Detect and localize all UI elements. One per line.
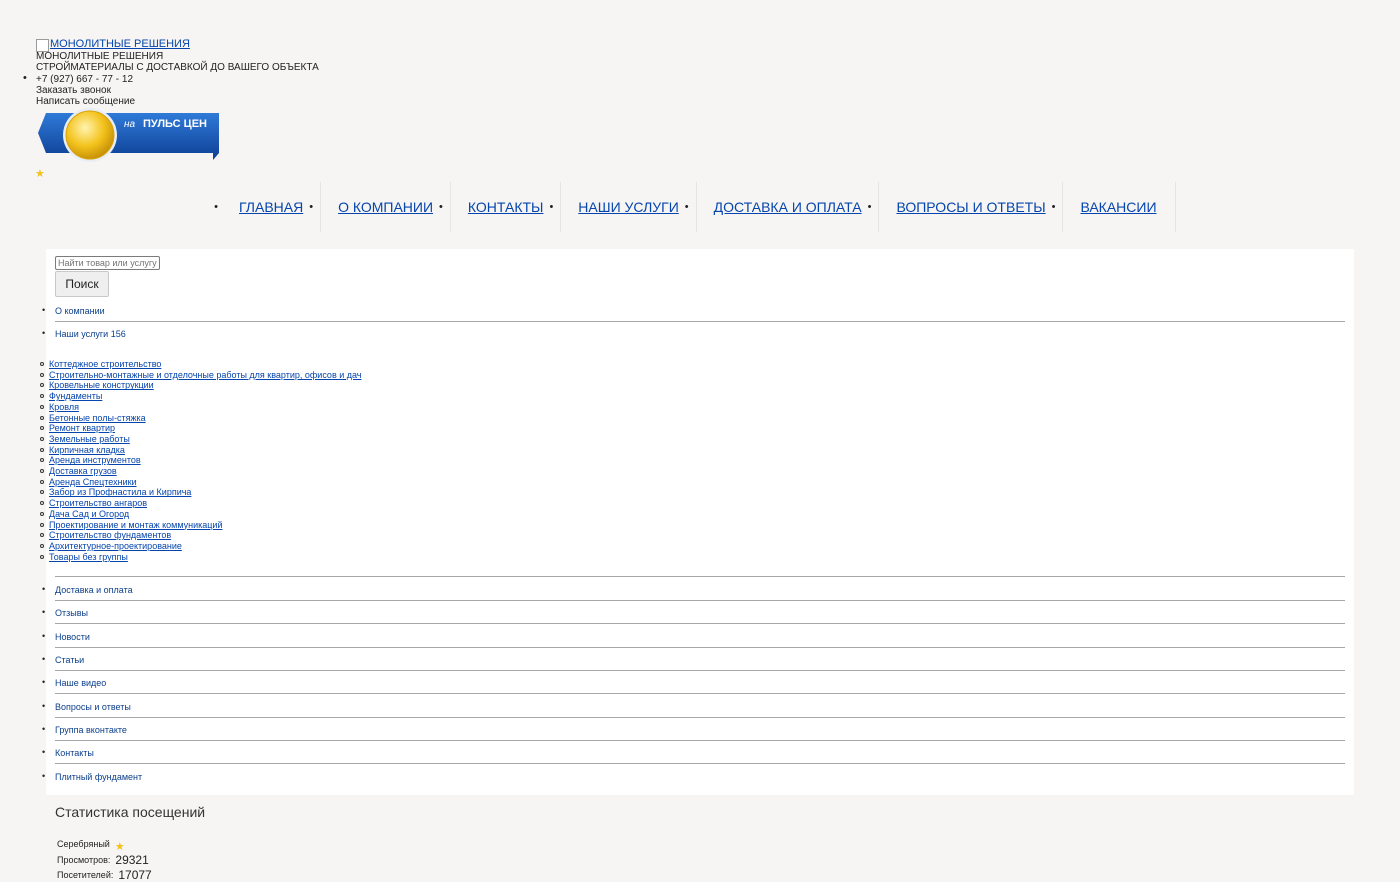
nav-link-services[interactable]: НАШИ УСЛУГИ xyxy=(578,199,679,215)
nav-bullet: • xyxy=(214,201,218,213)
callback-link[interactable]: Заказать звонок xyxy=(36,85,319,96)
list-item: Кирпичная кладка xyxy=(40,445,362,456)
list-item: Строительство ангаров xyxy=(40,498,362,509)
nav-link-faq[interactable]: ВОПРОСЫ И ОТВЕТЫ xyxy=(896,199,1045,215)
sidebar-panel: Поиск О компании Наши услуги 156 Коттедж… xyxy=(40,249,1354,795)
nav-link-contacts[interactable]: КОНТАКТЫ xyxy=(468,199,544,215)
contacts-list: +7 (927) 667 - 77 - 12 Заказать звонок Н… xyxy=(23,73,319,107)
stats-views-value: 29321 xyxy=(115,853,149,867)
nav-link-about[interactable]: О КОМПАНИИ xyxy=(338,199,433,215)
nav-item-faq: ВОПРОСЫ И ОТВЕТЫ • xyxy=(879,182,1064,232)
stats-visitors-label: Посетителей: xyxy=(57,870,114,880)
search-button[interactable]: Поиск xyxy=(55,271,109,297)
write-message-link[interactable]: Написать сообщение xyxy=(36,96,319,107)
stats-visitors-value: 17077 xyxy=(118,868,152,882)
side-item-delivery[interactable]: Доставка и оплата xyxy=(42,579,1345,601)
broken-image-icon xyxy=(36,39,49,52)
stats-views-row: Просмотров: 29321 xyxy=(57,853,149,867)
pulscen-badge[interactable]: на ПУЛЬС ЦЕН xyxy=(36,108,221,164)
list-item: Доставка грузов xyxy=(40,466,362,477)
list-item: Аренда Спецтехники xyxy=(40,477,362,488)
stats-views-label: Просмотров: xyxy=(57,855,111,865)
list-item: Строительно-монтажные и отделочные работ… xyxy=(40,369,362,380)
stats-level: Серебряный xyxy=(57,838,110,849)
nav-item-vacancies: ВАКАНСИИ xyxy=(1063,182,1176,232)
star-icon: ★ xyxy=(35,168,45,180)
search-input[interactable] xyxy=(55,256,160,270)
list-item: Архитектурное-проектирование xyxy=(40,541,362,552)
list-item: Коттеджное строительство xyxy=(40,359,362,370)
side-item-news[interactable]: Новости xyxy=(42,626,1345,648)
list-item: Ремонт квартир xyxy=(40,423,362,434)
badge-prefix: на xyxy=(124,119,136,130)
list-item: Земельные работы xyxy=(40,434,362,445)
site-header: МОНОЛИТНЫЕ РЕШЕНИЯ МОНОЛИТНЫЕ РЕШЕНИЯ СТ… xyxy=(23,38,319,108)
nav-item-contacts: КОНТАКТЫ • xyxy=(451,182,562,232)
list-item: Проектирование и монтаж коммуникаций xyxy=(40,520,362,531)
nav-item-about: О КОМПАНИИ • xyxy=(321,182,451,232)
star-icon: ★ xyxy=(114,841,125,853)
badge-brand: ПУЛЬС ЦЕН xyxy=(143,118,207,130)
logo-link[interactable]: МОНОЛИТНЫЕ РЕШЕНИЯ xyxy=(36,38,319,52)
list-item: Бетонные полы-стяжка xyxy=(40,413,362,424)
side-item-video[interactable]: Наше видео xyxy=(42,672,1345,694)
nav-link-vacancies[interactable]: ВАКАНСИИ xyxy=(1080,199,1156,215)
nav-item-home: ГЛАВНАЯ • xyxy=(222,182,322,232)
list-item: Кровельные конструкции xyxy=(40,380,362,391)
divider xyxy=(55,576,1345,577)
list-item: Товары без группы xyxy=(40,552,362,563)
list-item: Строительство фундаментов xyxy=(40,530,362,541)
stats-title: Статистика посещений xyxy=(55,804,206,820)
nav-item-services: НАШИ УСЛУГИ • xyxy=(561,182,697,232)
nav-link-home[interactable]: ГЛАВНАЯ xyxy=(239,199,303,215)
phone-number[interactable]: +7 (927) 667 - 77 - 12 xyxy=(23,73,319,85)
side-item-slab-foundation[interactable]: Плитный фундамент xyxy=(42,766,1345,788)
side-item-faq[interactable]: Вопросы и ответы xyxy=(42,696,1345,718)
side-item-articles[interactable]: Статьи xyxy=(42,649,1345,671)
services-submenu: Коттеджное строительство Строительно-мон… xyxy=(40,359,362,563)
side-item-services[interactable]: Наши услуги 156 xyxy=(42,323,1345,345)
list-item: Забор из Профнастила и Кирпича xyxy=(40,487,362,498)
nav-link-delivery[interactable]: ДОСТАВКА И ОПЛАТА xyxy=(714,199,862,215)
list-item: Фундаменты xyxy=(40,391,362,402)
stats-visitors-row: Посетителей: 17077 xyxy=(57,868,152,882)
company-tagline: СТРОЙМАТЕРИАЛЫ С ДОСТАВКОЙ ДО ВАШЕГО ОБЪ… xyxy=(36,62,319,73)
company-name: МОНОЛИТНЫЕ РЕШЕНИЯ xyxy=(36,51,164,62)
top-nav: • ГЛАВНАЯ • О КОМПАНИИ • КОНТАКТЫ • НАШИ УС… xyxy=(210,182,1176,232)
side-item-reviews[interactable]: Отзывы xyxy=(42,602,1345,624)
stats-level-row: Серебряный ★ xyxy=(57,837,125,854)
side-item-contacts[interactable]: Контакты xyxy=(42,742,1345,764)
nav-item-delivery: ДОСТАВКА И ОПЛАТА • xyxy=(697,182,880,232)
logo-alt-text: МОНОЛИТНЫЕ РЕШЕНИЯ xyxy=(50,38,190,50)
list-item: Кровля xyxy=(40,402,362,413)
list-item: Дача Сад и Огород xyxy=(40,509,362,520)
side-item-vk-group[interactable]: Группа вконтакте xyxy=(42,719,1345,741)
list-item: Аренда инструментов xyxy=(40,455,362,466)
side-item-about[interactable]: О компании xyxy=(42,300,1345,322)
